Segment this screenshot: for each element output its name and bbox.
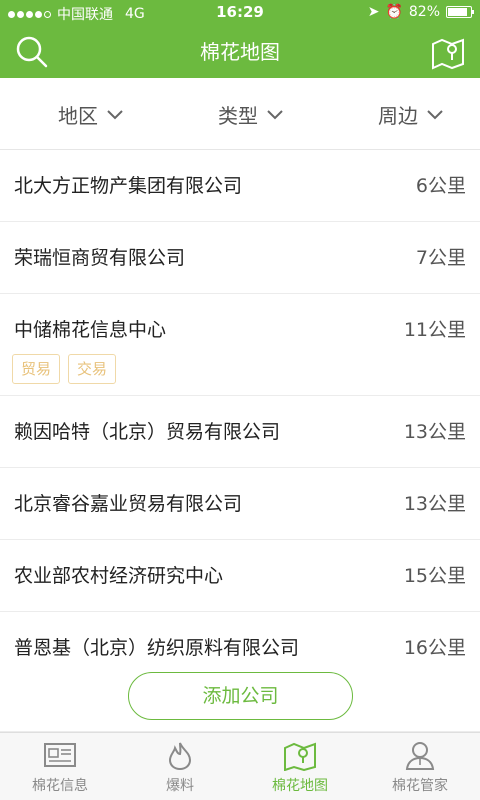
chevron-down-icon (267, 109, 283, 119)
company-name: 赖因哈特（北京）贸易有限公司 (14, 421, 281, 443)
company-distance: 6公里 (415, 175, 466, 197)
tag-exchange: 交易 (68, 354, 117, 384)
filter-label: 周边 (378, 104, 418, 128)
filter-bar: 地区 类型 周边 (0, 78, 480, 150)
list-item[interactable]: 北京睿谷嘉业贸易有限公司 13公里 (0, 468, 480, 540)
company-name: 农业部农村经济研究中心 (14, 565, 224, 587)
location-icon: ➤ (367, 4, 380, 20)
tab-cotton-manager[interactable]: 棉花管家 (360, 733, 480, 800)
list-item[interactable]: 农业部农村经济研究中心 15公里 (0, 540, 480, 612)
company-name: 北大方正物产集团有限公司 (14, 175, 243, 197)
battery-percent: 82% (408, 4, 440, 20)
list-item[interactable]: 荣瑞恒商贸有限公司 7公里 (0, 222, 480, 294)
company-name: 普恩基（北京）纺织原料有限公司 (14, 637, 300, 659)
status-bar: 中国联通 4G 16:29 ➤ ⏰ 82% (0, 0, 480, 26)
map-icon (284, 742, 316, 771)
tab-label: 棉花信息 (32, 778, 88, 794)
map-icon[interactable] (430, 34, 466, 70)
company-name: 中储棉花信息中心 (14, 319, 167, 341)
list-item[interactable]: 北大方正物产集团有限公司 6公里 (0, 150, 480, 222)
company-distance: 13公里 (403, 421, 466, 443)
alarm-icon: ⏰ (385, 4, 403, 20)
filter-type[interactable]: 类型 (218, 100, 284, 129)
nav-bar: 棉花地图 (0, 26, 480, 78)
tab-bar: 棉花信息 爆料 棉花地图 棉花管家 (0, 732, 480, 800)
filter-label: 地区 (58, 104, 98, 128)
filter-nearby[interactable]: 周边 (378, 100, 444, 129)
tag-trade: 贸易 (12, 354, 61, 384)
company-name: 荣瑞恒商贸有限公司 (14, 247, 186, 269)
company-name: 北京睿谷嘉业贸易有限公司 (14, 493, 243, 515)
company-distance: 7公里 (415, 247, 466, 269)
news-icon (44, 743, 76, 767)
filter-region[interactable]: 地区 (58, 100, 124, 129)
person-icon (405, 742, 435, 770)
page-title: 棉花地图 (200, 40, 280, 64)
flame-icon (168, 742, 192, 771)
tab-label: 棉花地图 (272, 778, 328, 794)
battery-icon (446, 6, 474, 18)
tab-cotton-map[interactable]: 棉花地图 (240, 733, 360, 800)
list-item[interactable]: 中储棉花信息中心 11公里 贸易 交易 (0, 294, 480, 396)
company-distance: 16公里 (403, 637, 466, 659)
chevron-down-icon (107, 109, 123, 119)
tag-group: 贸易 交易 (12, 354, 117, 384)
tab-cotton-news[interactable]: 棉花信息 (0, 733, 120, 800)
chevron-down-icon (427, 109, 443, 119)
tab-tips[interactable]: 爆料 (120, 733, 240, 800)
tab-label: 棉花管家 (392, 778, 448, 794)
status-right: ➤ ⏰ 82% (367, 4, 474, 20)
filter-label: 类型 (218, 104, 258, 128)
company-distance: 13公里 (403, 493, 466, 515)
tab-label: 爆料 (166, 778, 194, 794)
top-bar: 中国联通 4G 16:29 ➤ ⏰ 82% 棉花地图 (0, 0, 480, 78)
company-distance: 11公里 (403, 319, 466, 341)
list-item[interactable]: 赖因哈特（北京）贸易有限公司 13公里 (0, 396, 480, 468)
add-company-button[interactable]: 添加公司 (128, 672, 353, 720)
company-distance: 15公里 (403, 565, 466, 587)
